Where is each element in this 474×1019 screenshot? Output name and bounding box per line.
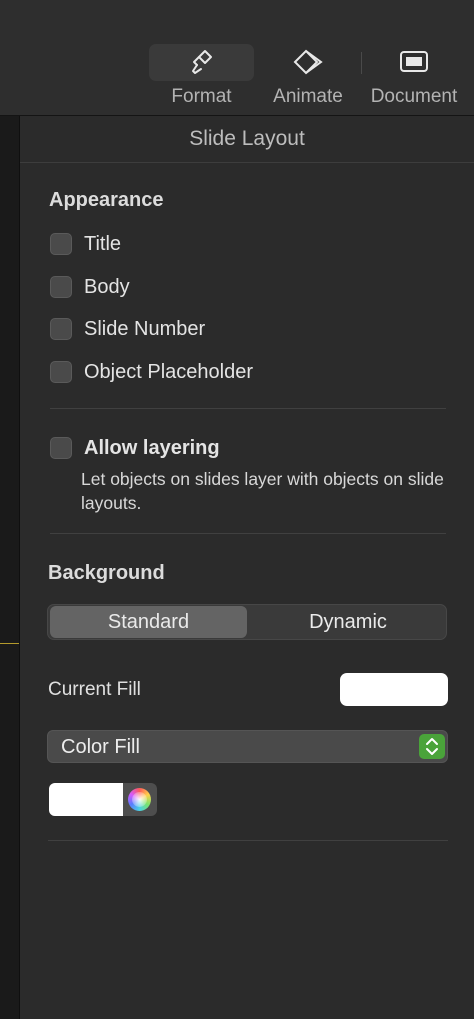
panel-title: Slide Layout [20,116,474,163]
slide-number-option[interactable]: Slide Number [50,316,205,342]
slide-number-checkbox[interactable] [50,318,72,340]
document-button[interactable]: Document [366,44,462,112]
object-placeholder-option[interactable]: Object Placeholder [50,359,253,385]
current-fill-swatch[interactable] [340,673,448,706]
background-segmented-control[interactable]: Standard Dynamic [47,604,447,640]
toolbar-separator [361,52,362,74]
body-option-label: Body [84,275,130,298]
fill-type-value: Color Fill [61,736,140,758]
paintbrush-icon [191,50,212,74]
allow-layering-option[interactable]: Allow layering [50,435,220,461]
fill-color-swatch[interactable] [49,783,123,816]
document-label: Document [370,86,458,107]
document-icon [400,51,428,72]
current-fill-label: Current Fill [48,679,141,700]
format-button[interactable]: Format [149,44,254,112]
slide-canvas-edge [0,116,20,1019]
body-option[interactable]: Body [50,274,130,300]
title-option[interactable]: Title [50,231,121,257]
object-placeholder-checkbox[interactable] [50,361,72,383]
inspector-panel: Slide Layout Appearance Title Body Slide… [20,116,474,1019]
fill-type-popup[interactable]: Color Fill [47,730,448,763]
section-divider [50,533,446,534]
body-checkbox[interactable] [50,276,72,298]
section-divider [50,408,446,409]
allow-layering-checkbox[interactable] [50,437,72,459]
background-heading: Background [48,562,165,584]
title-checkbox[interactable] [50,233,72,255]
appearance-heading: Appearance [49,189,164,211]
title-option-label: Title [84,232,122,255]
format-label: Format [171,86,232,107]
animate-button[interactable]: Animate [262,44,354,112]
canvas-guide-line [0,643,19,644]
section-divider [48,840,448,841]
popup-chevron-icon [419,734,445,759]
segment-standard[interactable]: Standard [50,606,247,638]
diamond-icon [293,49,323,75]
allow-layering-description: Let objects on slides layer with objects… [81,469,444,513]
allow-layering-label: Allow layering [84,436,220,459]
slide-number-option-label: Slide Number [84,317,206,340]
object-placeholder-option-label: Object Placeholder [84,360,253,383]
animate-label: Animate [273,86,343,107]
toolbar: Format Animate Document [0,0,474,116]
color-wheel-icon[interactable] [128,788,151,811]
segment-dynamic[interactable]: Dynamic [248,605,448,639]
fill-color-well[interactable] [49,783,157,816]
